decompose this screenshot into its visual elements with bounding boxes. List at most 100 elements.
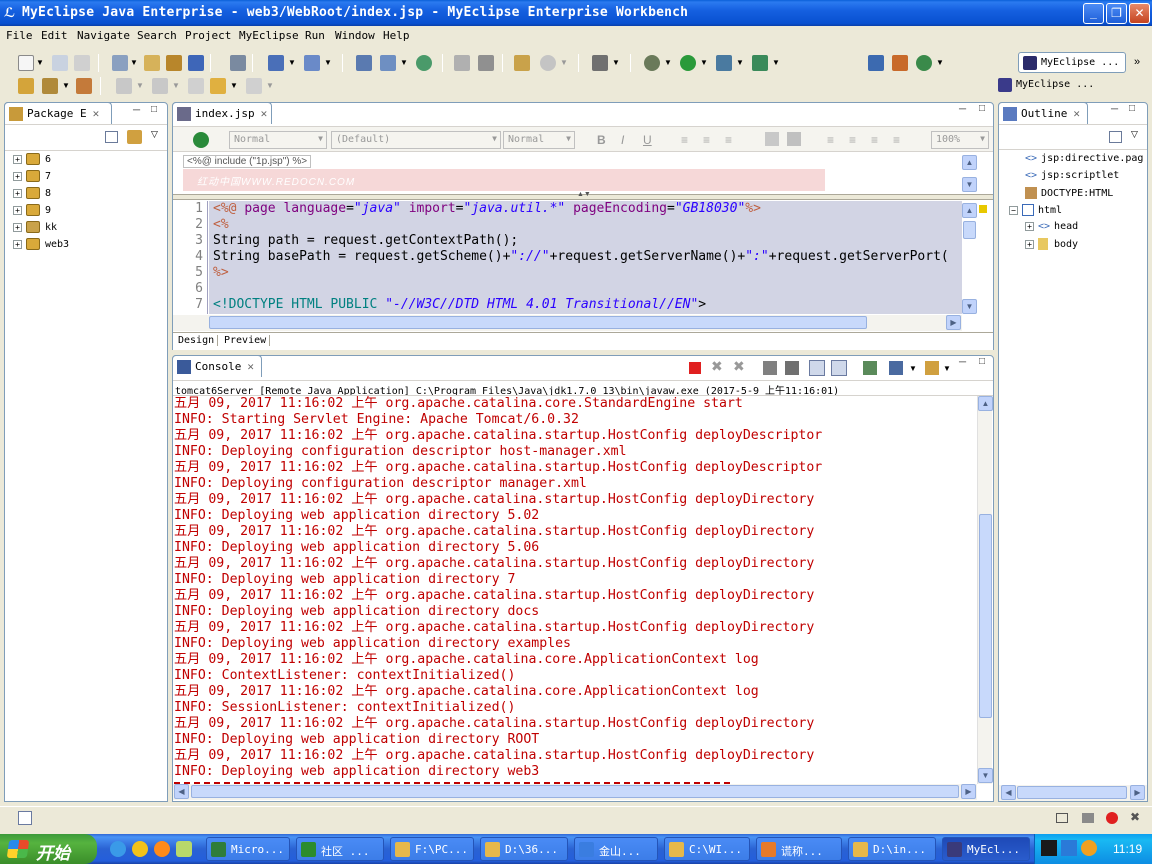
clock[interactable]: 11:19 (1113, 842, 1142, 856)
maximize-view-icon[interactable]: □ (979, 356, 985, 367)
source-hscroll[interactable]: ▶ (173, 315, 962, 331)
taskbar-item[interactable]: F:\PC... (390, 837, 474, 861)
status-tool-1-icon[interactable] (1056, 813, 1068, 823)
globe-icon[interactable] (416, 55, 432, 71)
tree-item[interactable]: + web3 (13, 238, 69, 250)
tree-item[interactable]: +7 (13, 170, 51, 182)
status-tool-3-icon[interactable] (1106, 812, 1118, 824)
taskbar-item[interactable]: D:\36... (480, 837, 568, 861)
refresh-icon[interactable] (478, 55, 494, 71)
new-icon[interactable] (18, 55, 34, 71)
outline-item[interactable]: DOCTYPE:HTML (1025, 187, 1113, 199)
console-scroll-thumb[interactable] (979, 514, 992, 718)
outline-item[interactable]: + <> head (1025, 221, 1078, 232)
expand-icon[interactable]: + (1025, 239, 1034, 249)
collapse-all-icon[interactable] (105, 131, 118, 143)
source-scroll-up[interactable]: ▲ (962, 203, 977, 218)
collapse-all-icon[interactable] (1109, 131, 1122, 143)
expand-icon[interactable]: + (13, 188, 22, 198)
split-handle-icon[interactable]: ▲▼ (577, 191, 591, 198)
outline-hscroll[interactable]: ◀ ▶ (999, 785, 1147, 801)
hscroll-right[interactable]: ▶ (961, 784, 976, 799)
properties-icon[interactable] (514, 55, 530, 71)
design-pane[interactable]: <%@ include ("1p.jsp") %> 红动中国WWW.REDOCN… (173, 153, 978, 193)
pencil-icon[interactable] (42, 78, 58, 94)
show-on-error-icon[interactable] (831, 360, 847, 376)
bullets-icon[interactable]: ≡ (871, 133, 878, 147)
new-wizard-icon[interactable] (268, 55, 284, 71)
debug-icon[interactable] (644, 55, 660, 71)
outline-hscroll-thumb[interactable] (1017, 786, 1127, 799)
last-edit-icon[interactable] (188, 78, 204, 94)
quicklaunch-ie-icon[interactable] (110, 841, 126, 857)
font-select[interactable]: (Default) ▼ (331, 131, 501, 149)
minimize-editor-icon[interactable]: ─ (959, 104, 966, 115)
save-icon[interactable] (52, 55, 68, 71)
outline-item[interactable]: − html (1009, 204, 1062, 216)
collapse-icon[interactable]: − (1009, 205, 1018, 215)
console-hscroll-thumb[interactable] (191, 785, 959, 798)
tray-app-icon[interactable] (1081, 840, 1097, 856)
design-scroll-down[interactable]: ▼ (962, 177, 977, 192)
status-close-icon[interactable]: ✖ (1130, 810, 1140, 824)
expand-icon[interactable]: + (13, 171, 22, 181)
tab-index-jsp[interactable]: index.jsp ✕ (172, 102, 272, 124)
web-icon[interactable] (380, 55, 396, 71)
minimize-view-icon[interactable]: ─ (1111, 104, 1118, 115)
source-pane[interactable]: 1 <%@ page language="java" import="java.u… (173, 201, 962, 314)
code-line[interactable]: String basePath = request.getScheme()+":… (213, 249, 949, 265)
quicklaunch-3-icon[interactable] (154, 841, 170, 857)
tree-item[interactable]: +9 (13, 204, 51, 216)
taskbar-item[interactable]: D:\in... (848, 837, 936, 861)
code-line[interactable]: <!DOCTYPE HTML PUBLIC "-//W3C//DTD HTML … (213, 297, 706, 313)
console-scroll-down[interactable]: ▼ (978, 768, 993, 783)
console-scroll-up[interactable]: ▲ (978, 396, 993, 411)
italic-button[interactable]: I (621, 133, 624, 147)
show-on-output-icon[interactable] (809, 360, 825, 376)
title-bar[interactable]: ℒ MyEclipse Java Enterprise - web3/WebRo… (0, 0, 1152, 26)
menu-run[interactable]: Run (305, 29, 325, 42)
gear-disabled-icon[interactable] (540, 55, 556, 71)
align-left-icon[interactable]: ≡ (681, 133, 688, 147)
close-icon[interactable]: ✕ (1073, 107, 1080, 120)
remove-all-icon[interactable]: ✖ (733, 358, 745, 375)
clear-console-icon[interactable] (763, 361, 777, 375)
view-menu-icon[interactable]: ▽ (1131, 129, 1138, 140)
console-hscroll[interactable]: ◀ ▶ (173, 784, 977, 800)
overview-ruler-marker[interactable] (979, 205, 987, 213)
server-icon[interactable] (112, 55, 128, 71)
split-divider[interactable]: ▲▼ (173, 191, 993, 200)
perspective-tool-3-icon[interactable] (916, 55, 932, 71)
toggle-icon[interactable] (356, 55, 372, 71)
close-button[interactable]: ✕ (1129, 3, 1150, 24)
tray-network-icon[interactable] (1061, 840, 1077, 856)
perspective-tool-2-icon[interactable] (892, 55, 908, 71)
fast-view-icon[interactable] (18, 811, 32, 825)
menu-window[interactable]: Window (335, 29, 375, 42)
maximize-view-icon[interactable]: □ (151, 104, 157, 115)
hscroll-right[interactable]: ▶ (946, 315, 961, 330)
menu-navigate[interactable]: Navigate (77, 29, 130, 42)
pin-console-icon[interactable] (863, 361, 877, 375)
more-perspectives-icon[interactable]: » (1134, 56, 1140, 68)
perspective-myeclipse-active[interactable]: MyEclipse ... (1018, 52, 1126, 73)
close-icon[interactable]: ✕ (261, 107, 268, 120)
quicklaunch-2-icon[interactable] (132, 841, 148, 857)
perspective-myeclipse-other[interactable]: MyEclipse ... (998, 76, 1094, 96)
outline-item[interactable]: + body (1025, 238, 1078, 250)
scroll-lock-icon[interactable] (785, 361, 799, 375)
source-hscroll-thumb[interactable] (209, 316, 867, 329)
style-select[interactable]: Normal ▼ (229, 131, 327, 149)
expand-icon[interactable]: + (13, 154, 22, 164)
indent-icon[interactable]: ≡ (827, 133, 834, 147)
tree-item[interactable]: +6 (13, 153, 51, 165)
display-console-icon[interactable] (889, 361, 903, 375)
minimize-view-icon[interactable]: ─ (133, 105, 140, 116)
align-center-icon[interactable]: ≡ (703, 133, 710, 147)
expand-icon[interactable]: + (13, 239, 22, 249)
tab-design[interactable]: Design (175, 335, 219, 346)
menu-edit[interactable]: Edit (41, 29, 68, 42)
tree-item[interactable]: +8 (13, 187, 51, 199)
taskbar-item[interactable]: MyEcl... (942, 837, 1030, 861)
size-select[interactable]: Normal ▼ (503, 131, 575, 149)
